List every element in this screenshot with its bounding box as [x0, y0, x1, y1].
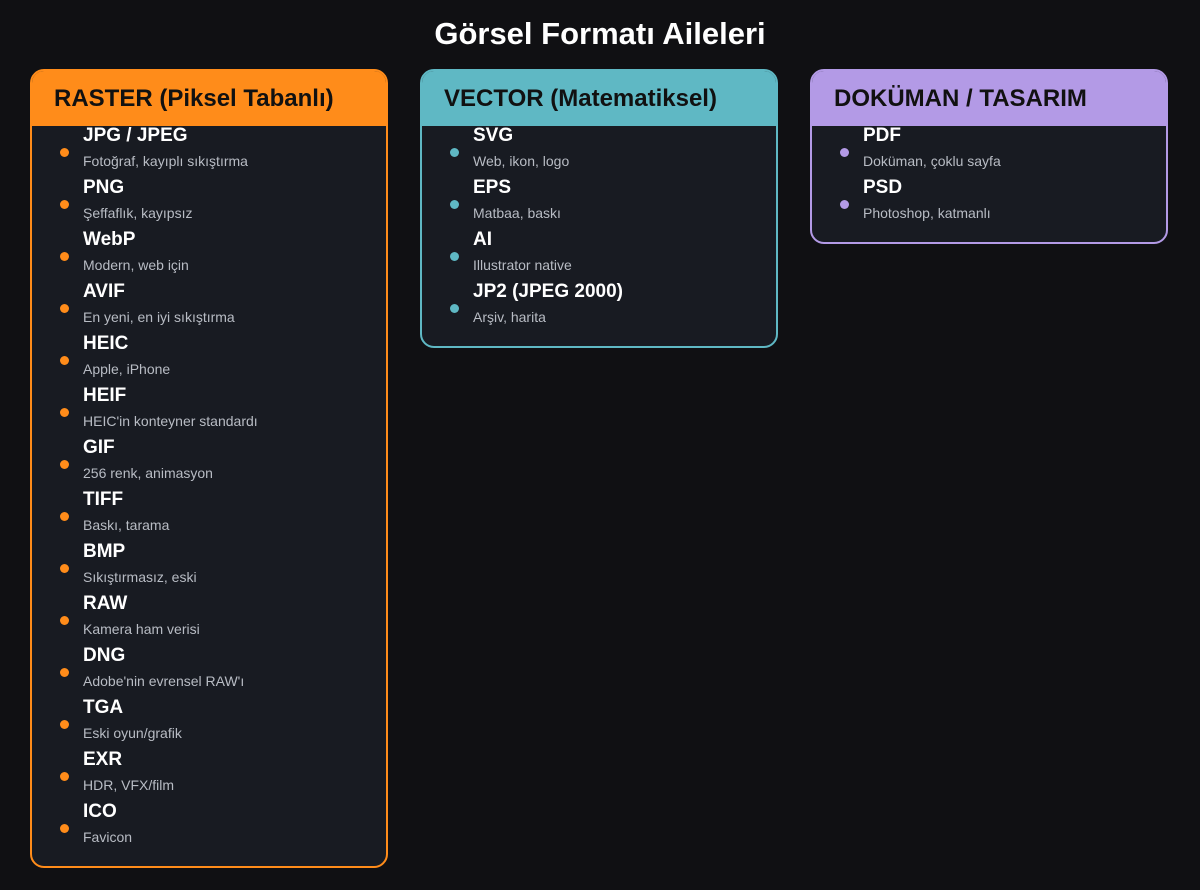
format-name: ICO — [83, 801, 117, 822]
bullet-dot-icon — [60, 512, 69, 521]
bullet-dot-icon — [60, 564, 69, 573]
format-description: HEIC'in konteyner standardı — [83, 413, 258, 429]
bullet-dot-icon — [60, 824, 69, 833]
format-description: 256 renk, animasyon — [83, 465, 213, 481]
format-item: PSD Photoshop, katmanlı — [812, 177, 1166, 230]
bullet-dot-icon — [60, 720, 69, 729]
family-header-document: DOKÜMAN / TASARIM — [812, 71, 1166, 126]
format-name: GIF — [83, 437, 115, 458]
format-item: DNG Adobe'nin evrensel RAW'ı — [32, 645, 386, 698]
format-item: SVG Web, ikon, logo — [422, 125, 776, 178]
format-item: PNG Şeffaflık, kayıpsız — [32, 177, 386, 230]
format-item: RAW Kamera ham verisi — [32, 593, 386, 646]
format-item: TIFF Baskı, tarama — [32, 489, 386, 542]
format-description: Adobe'nin evrensel RAW'ı — [83, 673, 245, 689]
format-item: HEIF HEIC'in konteyner standardı — [32, 385, 386, 438]
format-description: Web, ikon, logo — [473, 153, 570, 169]
format-name: EXR — [83, 749, 123, 770]
format-description: Baskı, tarama — [83, 517, 170, 533]
format-item: ICO Favicon — [32, 801, 386, 854]
format-name: PSD — [863, 177, 903, 198]
format-name: BMP — [83, 541, 126, 562]
page-title: Görsel Formatı Aileleri — [434, 16, 766, 51]
format-name: AVIF — [83, 281, 125, 302]
bullet-dot-icon — [840, 148, 849, 157]
bullet-dot-icon — [60, 252, 69, 261]
format-item: WebP Modern, web için — [32, 229, 386, 282]
format-name: TGA — [83, 697, 124, 718]
format-description: HDR, VFX/film — [83, 777, 174, 793]
format-list: SVG Web, ikon, logo EPS Matbaa, baskı AI Illu… — [422, 125, 776, 346]
format-name: AI — [473, 229, 492, 250]
format-description: Doküman, çoklu sayfa — [863, 153, 1001, 169]
format-name: HEIF — [83, 385, 127, 406]
format-description: Arşiv, harita — [473, 309, 546, 325]
format-description: Photoshop, katmanlı — [863, 205, 991, 221]
format-description: Apple, iPhone — [83, 361, 171, 377]
bullet-dot-icon — [450, 304, 459, 313]
format-item: EXR HDR, VFX/film — [32, 749, 386, 802]
format-item: EPS Matbaa, baskı — [422, 177, 776, 230]
format-description: Illustrator native — [473, 257, 572, 273]
format-name: TIFF — [83, 489, 124, 510]
format-name: DNG — [83, 645, 126, 666]
format-description: Favicon — [83, 829, 133, 845]
family-card-vector: VECTOR (Matematiksel) SVG Web, ikon, logo E… — [420, 69, 778, 348]
format-description: Şeffaflık, kayıpsız — [83, 205, 193, 221]
bullet-dot-icon — [60, 356, 69, 365]
format-name: JPG / JPEG — [83, 125, 188, 146]
bullet-dot-icon — [60, 200, 69, 209]
bullet-dot-icon — [840, 200, 849, 209]
format-name: HEIC — [83, 333, 129, 354]
format-name: RAW — [83, 593, 128, 614]
format-name: SVG — [473, 125, 514, 146]
format-item: AVIF En yeni, en iyi sıkıştırma — [32, 281, 386, 334]
bullet-dot-icon — [450, 148, 459, 157]
format-description: Sıkıştırmasız, eski — [83, 569, 197, 585]
bullet-dot-icon — [60, 408, 69, 417]
family-card-document: DOKÜMAN / TASARIM PDF Doküman, çoklu sayfa… — [810, 69, 1168, 244]
format-name: WebP — [83, 229, 136, 250]
format-item: TGA Eski oyun/grafik — [32, 697, 386, 750]
bullet-dot-icon — [450, 200, 459, 209]
format-list: JPG / JPEG Fotoğraf, kayıplı sıkıştırma PN… — [32, 125, 386, 866]
format-item: JPG / JPEG Fotoğraf, kayıplı sıkıştırma — [32, 125, 386, 178]
format-item: GIF 256 renk, animasyon — [32, 437, 386, 490]
family-header-vector: VECTOR (Matematiksel) — [422, 71, 776, 126]
bullet-dot-icon — [60, 616, 69, 625]
bullet-dot-icon — [60, 668, 69, 677]
bullet-dot-icon — [60, 460, 69, 469]
format-item: BMP Sıkıştırmasız, eski — [32, 541, 386, 594]
format-name: PNG — [83, 177, 125, 198]
format-name: JP2 (JPEG 2000) — [473, 281, 623, 302]
format-list: PDF Doküman, çoklu sayfa PSD Photoshop, kat… — [812, 125, 1166, 242]
format-name: EPS — [473, 177, 512, 198]
bullet-dot-icon — [450, 252, 459, 261]
format-description: Kamera ham verisi — [83, 621, 200, 637]
format-item: JP2 (JPEG 2000) Arşiv, harita — [422, 281, 776, 334]
family-card-raster: RASTER (Piksel Tabanlı) JPG / JPEG Fotoğra… — [30, 69, 388, 868]
format-description: Matbaa, baskı — [473, 205, 561, 221]
format-description: Fotoğraf, kayıplı sıkıştırma — [83, 153, 248, 169]
bullet-dot-icon — [60, 772, 69, 781]
format-name: PDF — [863, 125, 901, 146]
format-description: Eski oyun/grafik — [83, 725, 182, 741]
format-description: Modern, web için — [83, 257, 189, 273]
format-description: En yeni, en iyi sıkıştırma — [83, 309, 235, 325]
bullet-dot-icon — [60, 304, 69, 313]
format-item: PDF Doküman, çoklu sayfa — [812, 125, 1166, 178]
format-item: HEIC Apple, iPhone — [32, 333, 386, 386]
bullet-dot-icon — [60, 148, 69, 157]
family-header-raster: RASTER (Piksel Tabanlı) — [32, 71, 386, 126]
format-item: AI Illustrator native — [422, 229, 776, 282]
